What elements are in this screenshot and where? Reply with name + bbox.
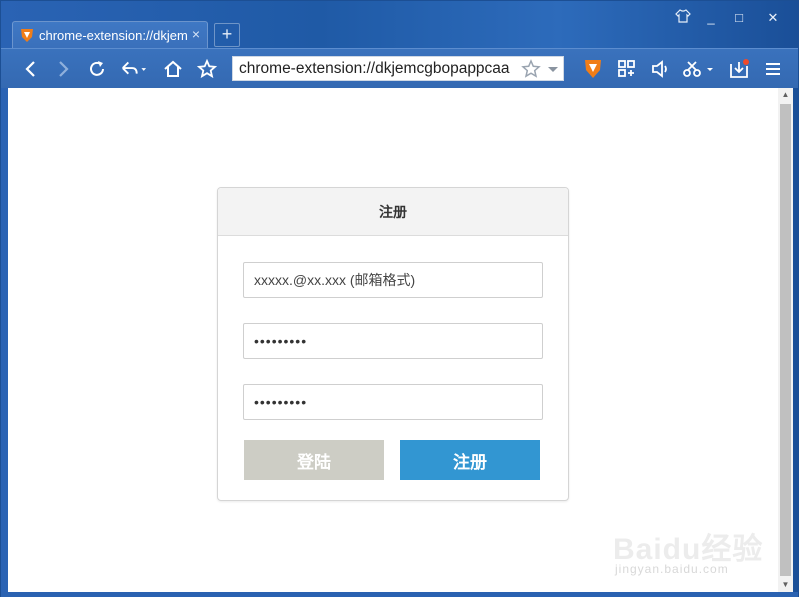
dropdown-arrow-icon[interactable] [545,59,561,79]
back-icon[interactable] [17,55,45,83]
address-bar[interactable] [232,56,564,81]
skin-icon[interactable] [670,9,696,27]
tab-title: chrome-extension://dkjemcgbopappcaa [39,28,187,43]
scissors-icon[interactable] [681,55,717,83]
close-button[interactable]: ✕ [760,9,786,27]
new-tab-button[interactable]: + [214,23,240,47]
home-icon[interactable] [159,55,187,83]
tab-active[interactable]: chrome-extension://dkjemcgbopappcaa × [12,21,208,48]
window-bottom-border [1,592,798,597]
tab-close-icon[interactable]: × [189,26,203,42]
browser-window: chrome-extension://dkjemcgbopappcaa × + … [0,0,799,597]
forward-icon[interactable] [49,55,77,83]
scroll-thumb[interactable] [780,104,791,576]
password-field[interactable] [243,323,543,359]
confirm-password-field[interactable] [243,384,543,420]
register-button[interactable]: 注册 [400,440,540,480]
url-input[interactable] [239,59,515,78]
vertical-scrollbar[interactable]: ▲ ▼ [778,88,793,592]
toolbar [1,48,798,88]
register-card: 注册 登陆 注册 [217,187,569,501]
apps-icon[interactable] [613,55,641,83]
login-button[interactable]: 登陆 [244,440,384,480]
extension-shield-icon [20,28,34,43]
tab-strip: chrome-extension://dkjemcgbopappcaa × + … [1,1,798,48]
bookmark-star-icon[interactable] [521,59,541,79]
scroll-down-arrow-icon[interactable]: ▼ [778,578,793,592]
email-field[interactable] [243,262,543,298]
volume-icon[interactable] [647,55,675,83]
minimize-button[interactable]: _ [698,9,724,27]
reload-icon[interactable] [83,55,111,83]
scroll-up-arrow-icon[interactable]: ▲ [778,88,793,102]
baidu-watermark: Baidu经验 jingyan.baidu.com [607,514,777,584]
shield-icon[interactable] [579,55,607,83]
card-title: 注册 [218,188,568,236]
maximize-button[interactable]: □ [726,9,752,27]
watermark-url: jingyan.baidu.com [615,562,729,576]
menu-icon[interactable] [759,55,787,83]
download-icon[interactable] [725,55,753,83]
star-icon[interactable] [193,55,221,83]
undo-icon[interactable] [119,55,147,83]
